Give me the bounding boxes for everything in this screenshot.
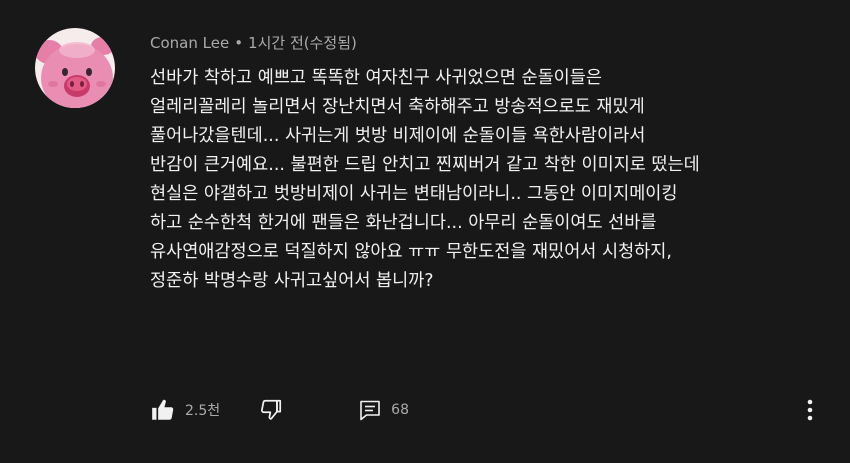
dislike-button[interactable]: [258, 397, 284, 423]
comment-line: 정준하 박명수랑 사귀고싶어서 봅니까?: [150, 271, 434, 291]
avatar[interactable]: [35, 28, 115, 108]
author-name[interactable]: Conan Lee: [150, 34, 229, 52]
comment-line: 풀어나갔을텐데... 사귀는게 벗방 비제이에 순돌이들 욕한사람이라서: [150, 126, 646, 146]
comment-menu-button[interactable]: [800, 396, 820, 424]
meta-separator: •: [234, 34, 244, 52]
vertical-dots-menu-icon: [807, 399, 813, 421]
comment-line: 현실은 야갤하고 벗방비제이 사귀는 변태남이라니.. 그동안 이미지메이킹: [150, 184, 678, 204]
like-count: 2.5천: [185, 403, 221, 419]
comment-timestamp[interactable]: 1시간 전(수정됨): [248, 34, 357, 52]
thumbs-down-icon: [261, 399, 282, 420]
comment-thread: Conan Lee • 1시간 전(수정됨) 선바가 착하고 예쁘고 똑똑한 여자친…: [0, 0, 850, 463]
like-button[interactable]: 2.5천: [150, 397, 220, 423]
comment-meta: Conan Lee • 1시간 전(수정됨): [150, 33, 357, 53]
thumbs-up-icon: [152, 399, 174, 420]
pig-avatar-icon: [35, 28, 115, 108]
reply-button[interactable]: 68: [358, 398, 409, 422]
comment-line: 반감이 큰거예요... 불편한 드립 안치고 찐찌버거 같고 착한 이미지로 떴…: [150, 155, 700, 175]
reply-count: 68: [391, 402, 409, 418]
reply-comment-icon: [360, 400, 380, 421]
comment-line: 하고 순수한척 한거에 팬들은 화난겁니다... 아무리 순돌이여도 선바를: [150, 213, 657, 233]
comment-actions: 2.5천 68: [150, 396, 409, 424]
comment-line: 유사연애감정으로 덕질하지 않아요 ㅠㅠ 무한도전을 재밌어서 시청하지,: [150, 242, 672, 262]
comment-line: 얼레리꼴레리 놀리면서 장난치면서 축하해주고 방송적으로도 재밌게: [150, 97, 645, 117]
comment-line: 선바가 착하고 예쁘고 똑똑한 여자친구 사귀었으면 순돌이들은: [150, 68, 602, 88]
comment-body: 선바가 착하고 예쁘고 똑똑한 여자친구 사귀었으면 순돌이들은 얼레리꼴레리 …: [150, 64, 830, 296]
